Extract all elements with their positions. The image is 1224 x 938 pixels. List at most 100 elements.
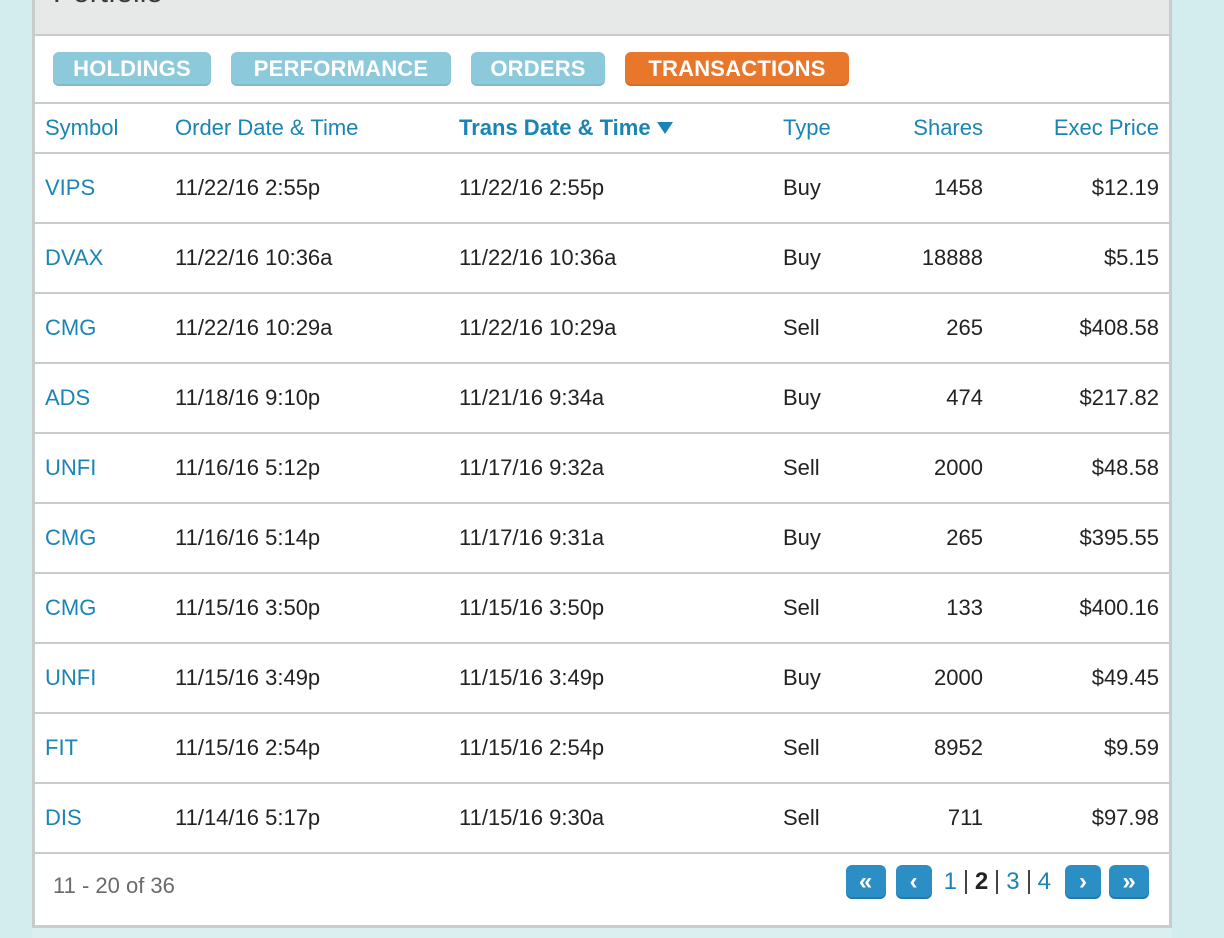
table-row: CMG 11/22/16 10:29a 11/22/16 10:29a Sell… [35, 294, 1169, 364]
exec-price-cell: $5.15 [1103, 245, 1159, 270]
column-header-order-date[interactable]: Order Date & Time [175, 104, 358, 152]
trans-date-cell: 11/15/16 3:50p [459, 595, 605, 620]
column-header-symbol[interactable]: Symbol [45, 104, 118, 152]
order-date-cell: 11/22/16 10:36a [175, 245, 333, 270]
exec-price-cell: $49.45 [1091, 665, 1159, 690]
table-row: UNFI 11/15/16 3:49p 11/15/16 3:49p Buy 2… [35, 644, 1169, 714]
trans-date-cell: 11/17/16 9:31a [459, 525, 605, 550]
first-page-button[interactable]: « [845, 865, 886, 899]
shares-cell: 133 [946, 595, 983, 620]
shares-cell: 8952 [934, 735, 983, 760]
panel-header: Portfolio [35, 0, 1169, 36]
portfolio-panel: Portfolio HOLDINGS PERFORMANCE ORDERS TR… [32, 0, 1172, 928]
table-row: DVAX 11/22/16 10:36a 11/22/16 10:36a Buy… [35, 224, 1169, 294]
page-separator [996, 870, 999, 894]
order-date-cell: 11/15/16 3:50p [175, 595, 321, 620]
symbol-link[interactable]: VIPS [45, 154, 95, 222]
symbol-link[interactable]: UNFI [45, 434, 96, 502]
symbol-link[interactable]: FIT [45, 714, 78, 782]
table-row: ADS 11/18/16 9:10p 11/21/16 9:34a Buy 47… [35, 364, 1169, 434]
page-separator [964, 870, 967, 894]
table-row: UNFI 11/16/16 5:12p 11/17/16 9:32a Sell … [35, 434, 1169, 504]
table-row: FIT 11/15/16 2:54p 11/15/16 2:54p Sell 8… [35, 714, 1169, 784]
table-footer: 11 - 20 of 36 « ‹ 1 2 3 4 › » [35, 856, 1169, 916]
trans-date-cell: 11/15/16 9:30a [459, 805, 605, 830]
symbol-link[interactable]: CMG [45, 504, 96, 572]
type-cell: Sell [783, 735, 820, 760]
shares-cell: 2000 [934, 455, 983, 480]
table-row: CMG 11/15/16 3:50p 11/15/16 3:50p Sell 1… [35, 574, 1169, 644]
exec-price-cell: $400.16 [1079, 595, 1159, 620]
pagination-range-text: 11 - 20 of 36 [53, 873, 175, 898]
tab-holdings[interactable]: HOLDINGS [53, 52, 211, 86]
column-header-trans-date[interactable]: Trans Date & Time [459, 104, 673, 152]
sort-descending-icon [656, 122, 673, 134]
shares-cell: 265 [946, 315, 983, 340]
type-cell: Sell [783, 595, 820, 620]
trans-date-cell: 11/22/16 2:55p [459, 175, 605, 200]
order-date-cell: 11/14/16 5:17p [175, 805, 321, 830]
pagination: « ‹ 1 2 3 4 › » [845, 864, 1149, 900]
page-link-1[interactable]: 1 [940, 868, 961, 896]
symbol-link[interactable]: DIS [45, 784, 82, 852]
page-separator [1027, 870, 1030, 894]
order-date-cell: 11/15/16 2:54p [175, 735, 321, 760]
order-date-cell: 11/22/16 10:29a [175, 315, 333, 340]
type-cell: Buy [783, 175, 821, 200]
page-link-3[interactable]: 3 [1002, 868, 1023, 896]
type-cell: Buy [783, 525, 821, 550]
next-page-button[interactable]: › [1065, 865, 1101, 899]
exec-price-cell: $97.98 [1091, 805, 1159, 830]
order-date-cell: 11/18/16 9:10p [175, 385, 321, 410]
exec-price-cell: $48.58 [1091, 455, 1159, 480]
trans-date-cell: 11/22/16 10:36a [459, 245, 617, 270]
table-row: CMG 11/16/16 5:14p 11/17/16 9:31a Buy 26… [35, 504, 1169, 574]
type-cell: Buy [783, 245, 821, 270]
table-row: VIPS 11/22/16 2:55p 11/22/16 2:55p Buy 1… [35, 154, 1169, 224]
shares-cell: 2000 [934, 665, 983, 690]
type-cell: Sell [783, 455, 820, 480]
shares-cell: 1458 [934, 175, 983, 200]
page-background-left [0, 0, 32, 938]
column-header-exec-price[interactable]: Exec Price [995, 104, 1159, 152]
exec-price-cell: $9.59 [1103, 735, 1159, 760]
order-date-cell: 11/16/16 5:14p [175, 525, 321, 550]
column-header-type[interactable]: Type [783, 104, 831, 152]
type-cell: Sell [783, 805, 820, 830]
tab-transactions[interactable]: TRANSACTIONS [625, 52, 849, 86]
last-page-button[interactable]: » [1109, 865, 1149, 899]
previous-page-button[interactable]: ‹ [895, 865, 932, 899]
symbol-link[interactable]: DVAX [45, 224, 103, 292]
trans-date-cell: 11/15/16 2:54p [459, 735, 605, 760]
symbol-link[interactable]: CMG [45, 574, 96, 642]
panel-title: Portfolio [53, 0, 163, 10]
shares-cell: 265 [946, 525, 983, 550]
page-link-2-current[interactable]: 2 [971, 868, 992, 896]
order-date-cell: 11/16/16 5:12p [175, 455, 321, 480]
trans-date-cell: 11/22/16 10:29a [459, 315, 617, 340]
trans-date-cell: 11/15/16 3:49p [459, 665, 605, 690]
symbol-link[interactable]: ADS [45, 364, 90, 432]
table-row: DIS 11/14/16 5:17p 11/15/16 9:30a Sell 7… [35, 784, 1169, 854]
table-header-row: Symbol Order Date & Time Trans Date & Ti… [35, 104, 1169, 154]
trans-date-cell: 11/21/16 9:34a [459, 385, 605, 410]
symbol-link[interactable]: UNFI [45, 644, 96, 712]
exec-price-cell: $217.82 [1079, 385, 1159, 410]
column-header-shares[interactable]: Shares [875, 104, 983, 152]
exec-price-cell: $395.55 [1079, 525, 1159, 550]
tab-orders[interactable]: ORDERS [471, 52, 605, 86]
tab-performance[interactable]: PERFORMANCE [231, 52, 451, 86]
trans-date-cell: 11/17/16 9:32a [459, 455, 605, 480]
order-date-cell: 11/15/16 3:49p [175, 665, 321, 690]
exec-price-cell: $12.19 [1091, 175, 1159, 200]
type-cell: Buy [783, 665, 821, 690]
type-cell: Sell [783, 315, 820, 340]
order-date-cell: 11/22/16 2:55p [175, 175, 321, 200]
symbol-link[interactable]: CMG [45, 294, 96, 362]
shares-cell: 474 [946, 385, 983, 410]
type-cell: Buy [783, 385, 821, 410]
exec-price-cell: $408.58 [1079, 315, 1159, 340]
page-link-4[interactable]: 4 [1034, 868, 1055, 896]
transactions-table: Symbol Order Date & Time Trans Date & Ti… [35, 104, 1169, 854]
column-header-trans-date-label: Trans Date & Time [459, 115, 651, 140]
